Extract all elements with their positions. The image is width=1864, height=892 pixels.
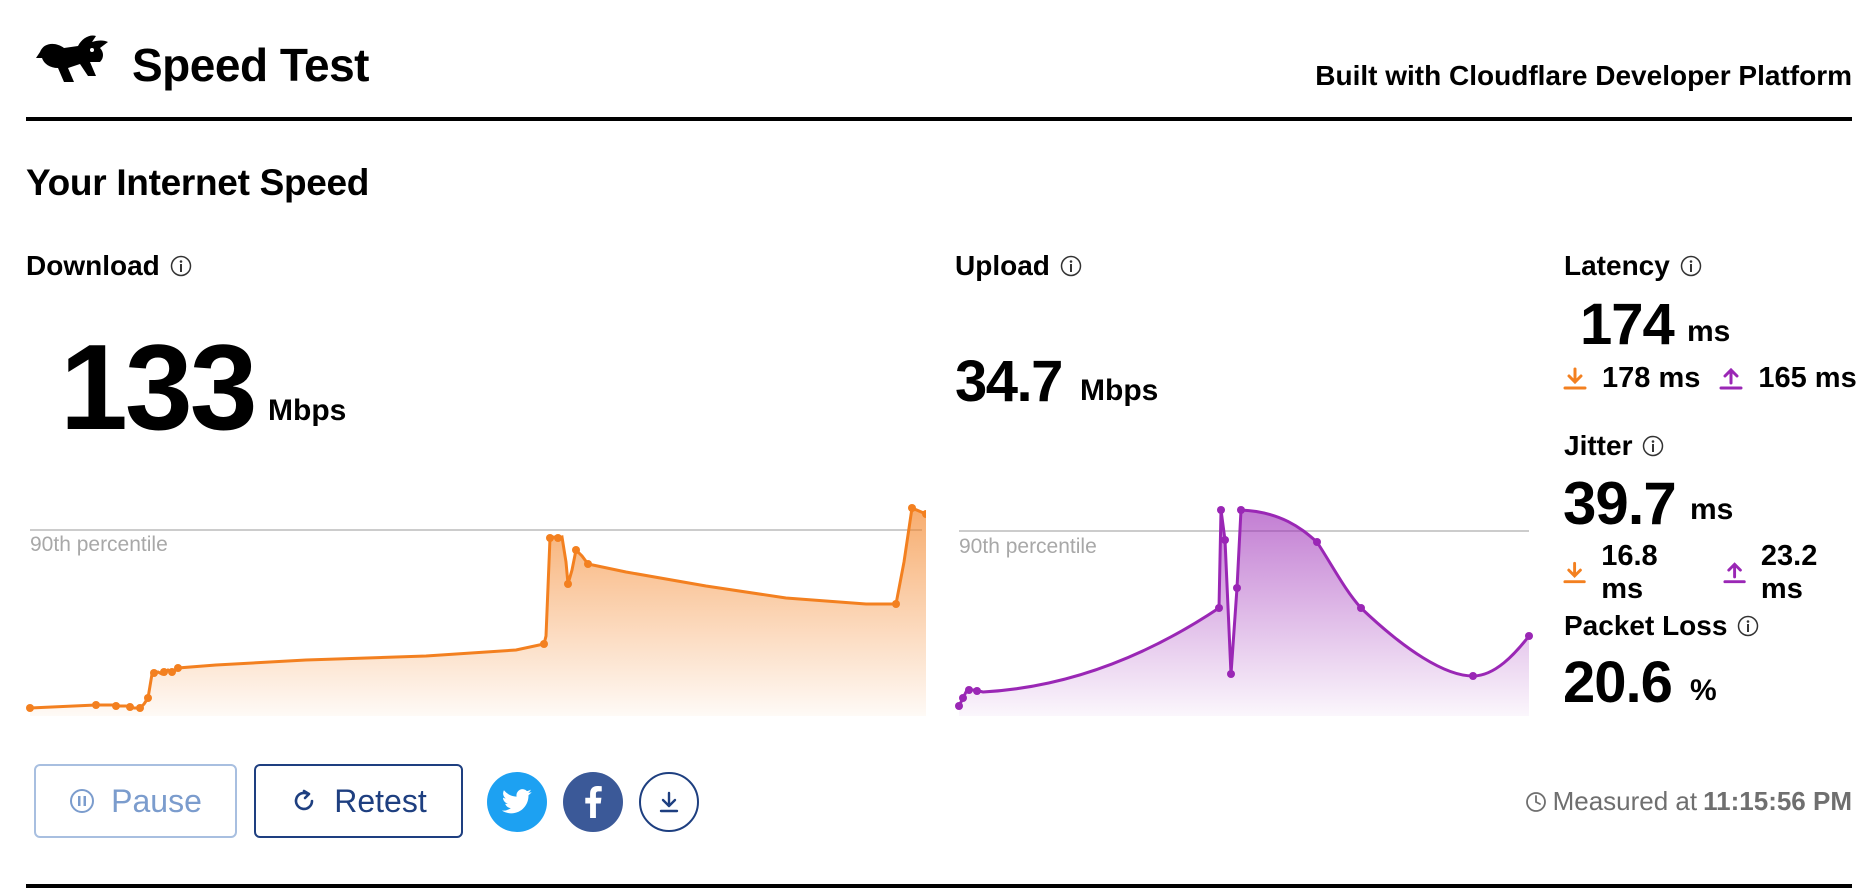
packet-loss-label: Packet Loss (1564, 610, 1759, 642)
download-point (26, 704, 34, 712)
upload-label: Upload (955, 250, 1082, 282)
jitter-detail-row: 16.8 ms 23.2 ms (1562, 540, 1864, 606)
jitter-label: Jitter (1564, 430, 1664, 462)
download-arrow-icon (1563, 561, 1586, 584)
upload-point (1217, 506, 1225, 514)
download-label-text: Download (26, 250, 160, 281)
upload-point (1469, 672, 1477, 680)
download-point (150, 669, 158, 677)
header: Speed Test Built with Cloudflare Develop… (26, 0, 1852, 121)
download-point (92, 701, 100, 709)
share-facebook-button[interactable] (563, 772, 623, 832)
twitter-icon (501, 789, 532, 814)
download-point (554, 534, 562, 542)
measured-at: Measured at 11:15:56 PM (1525, 786, 1852, 817)
upload-point (1233, 584, 1241, 592)
measured-prefix: Measured at (1552, 786, 1698, 816)
download-results-button[interactable] (639, 772, 699, 832)
footer-divider (26, 884, 1852, 888)
upload-point (973, 687, 981, 695)
retest-label: Retest (334, 782, 427, 819)
download-unit: Mbps (268, 394, 347, 427)
upload-chart (955, 506, 1533, 716)
pause-label: Pause (111, 782, 202, 819)
download-point (144, 694, 152, 702)
download-value: 133 (60, 319, 258, 455)
download-label: Download (26, 250, 192, 282)
upload-point (1525, 632, 1533, 640)
upload-percentile-label: 90th percentile (959, 535, 1097, 558)
download-point (136, 704, 144, 712)
upload-point (959, 694, 967, 702)
download-point (572, 546, 580, 554)
upload-point (1221, 536, 1229, 544)
packet-loss-value: 20.6 (1563, 650, 1673, 715)
upload-arrow-icon (1723, 562, 1746, 584)
download-point (540, 640, 548, 648)
jitter-unit: ms (1690, 493, 1734, 526)
upload-point (1227, 670, 1235, 678)
built-with-link[interactable]: Built with Cloudflare Developer Platform (1315, 60, 1852, 92)
rabbit-logo-icon (36, 35, 108, 82)
upload-value: 34.7 (955, 349, 1063, 414)
latency-label: Latency (1564, 250, 1702, 282)
jitter-label-text: Jitter (1564, 430, 1633, 461)
upload-point (955, 702, 963, 710)
download-info-icon[interactable] (170, 255, 192, 277)
download-point (584, 560, 592, 568)
download-icon (659, 791, 679, 813)
download-percentile-label: 90th percentile (30, 533, 168, 556)
clock-icon (1525, 791, 1546, 812)
latency-up-value: 165 ms (1758, 362, 1857, 394)
download-point (126, 703, 134, 711)
latency-label-text: Latency (1564, 250, 1670, 281)
download-point (546, 534, 554, 542)
upload-point (1313, 538, 1321, 546)
download-point (908, 504, 916, 512)
packet-loss-label-text: Packet Loss (1564, 610, 1728, 641)
jitter-down-value: 16.8 ms (1601, 540, 1658, 605)
packet-loss-unit: % (1690, 674, 1717, 707)
pause-button[interactable]: Pause (34, 764, 237, 838)
latency-unit: ms (1687, 315, 1731, 348)
upload-info-icon[interactable] (1060, 255, 1082, 277)
upload-unit: Mbps (1080, 374, 1159, 407)
upload-point (965, 686, 973, 694)
facebook-icon (585, 786, 602, 818)
refresh-icon (294, 789, 314, 811)
download-point (174, 664, 182, 672)
upload-point (1357, 604, 1365, 612)
jitter-info-icon[interactable] (1642, 435, 1664, 457)
download-point (892, 600, 900, 608)
latency-down-value: 178 ms (1602, 362, 1701, 394)
download-point (112, 702, 120, 710)
download-point (564, 580, 572, 588)
retest-button[interactable]: Retest (254, 764, 463, 838)
jitter-value: 39.7 (1563, 470, 1677, 537)
latency-detail-row: 178 ms 165 ms (1562, 362, 1857, 395)
upload-arrow-icon (1719, 367, 1743, 389)
upload-point (1237, 506, 1245, 514)
app-title: Speed Test (132, 39, 370, 91)
upload-label-text: Upload (955, 250, 1050, 281)
download-arrow-icon (1563, 367, 1587, 389)
jitter-up-value: 23.2 ms (1760, 540, 1818, 605)
measured-time: 11:15:56 PM (1703, 786, 1852, 816)
upload-point (1215, 604, 1223, 612)
latency-info-icon[interactable] (1680, 255, 1702, 277)
download-point (160, 668, 168, 676)
share-twitter-button[interactable] (487, 772, 547, 832)
packet-loss-info-icon[interactable] (1737, 615, 1759, 637)
latency-value: 174 (1580, 292, 1675, 357)
pause-icon (70, 789, 95, 813)
section-title: Your Internet Speed (26, 162, 370, 203)
